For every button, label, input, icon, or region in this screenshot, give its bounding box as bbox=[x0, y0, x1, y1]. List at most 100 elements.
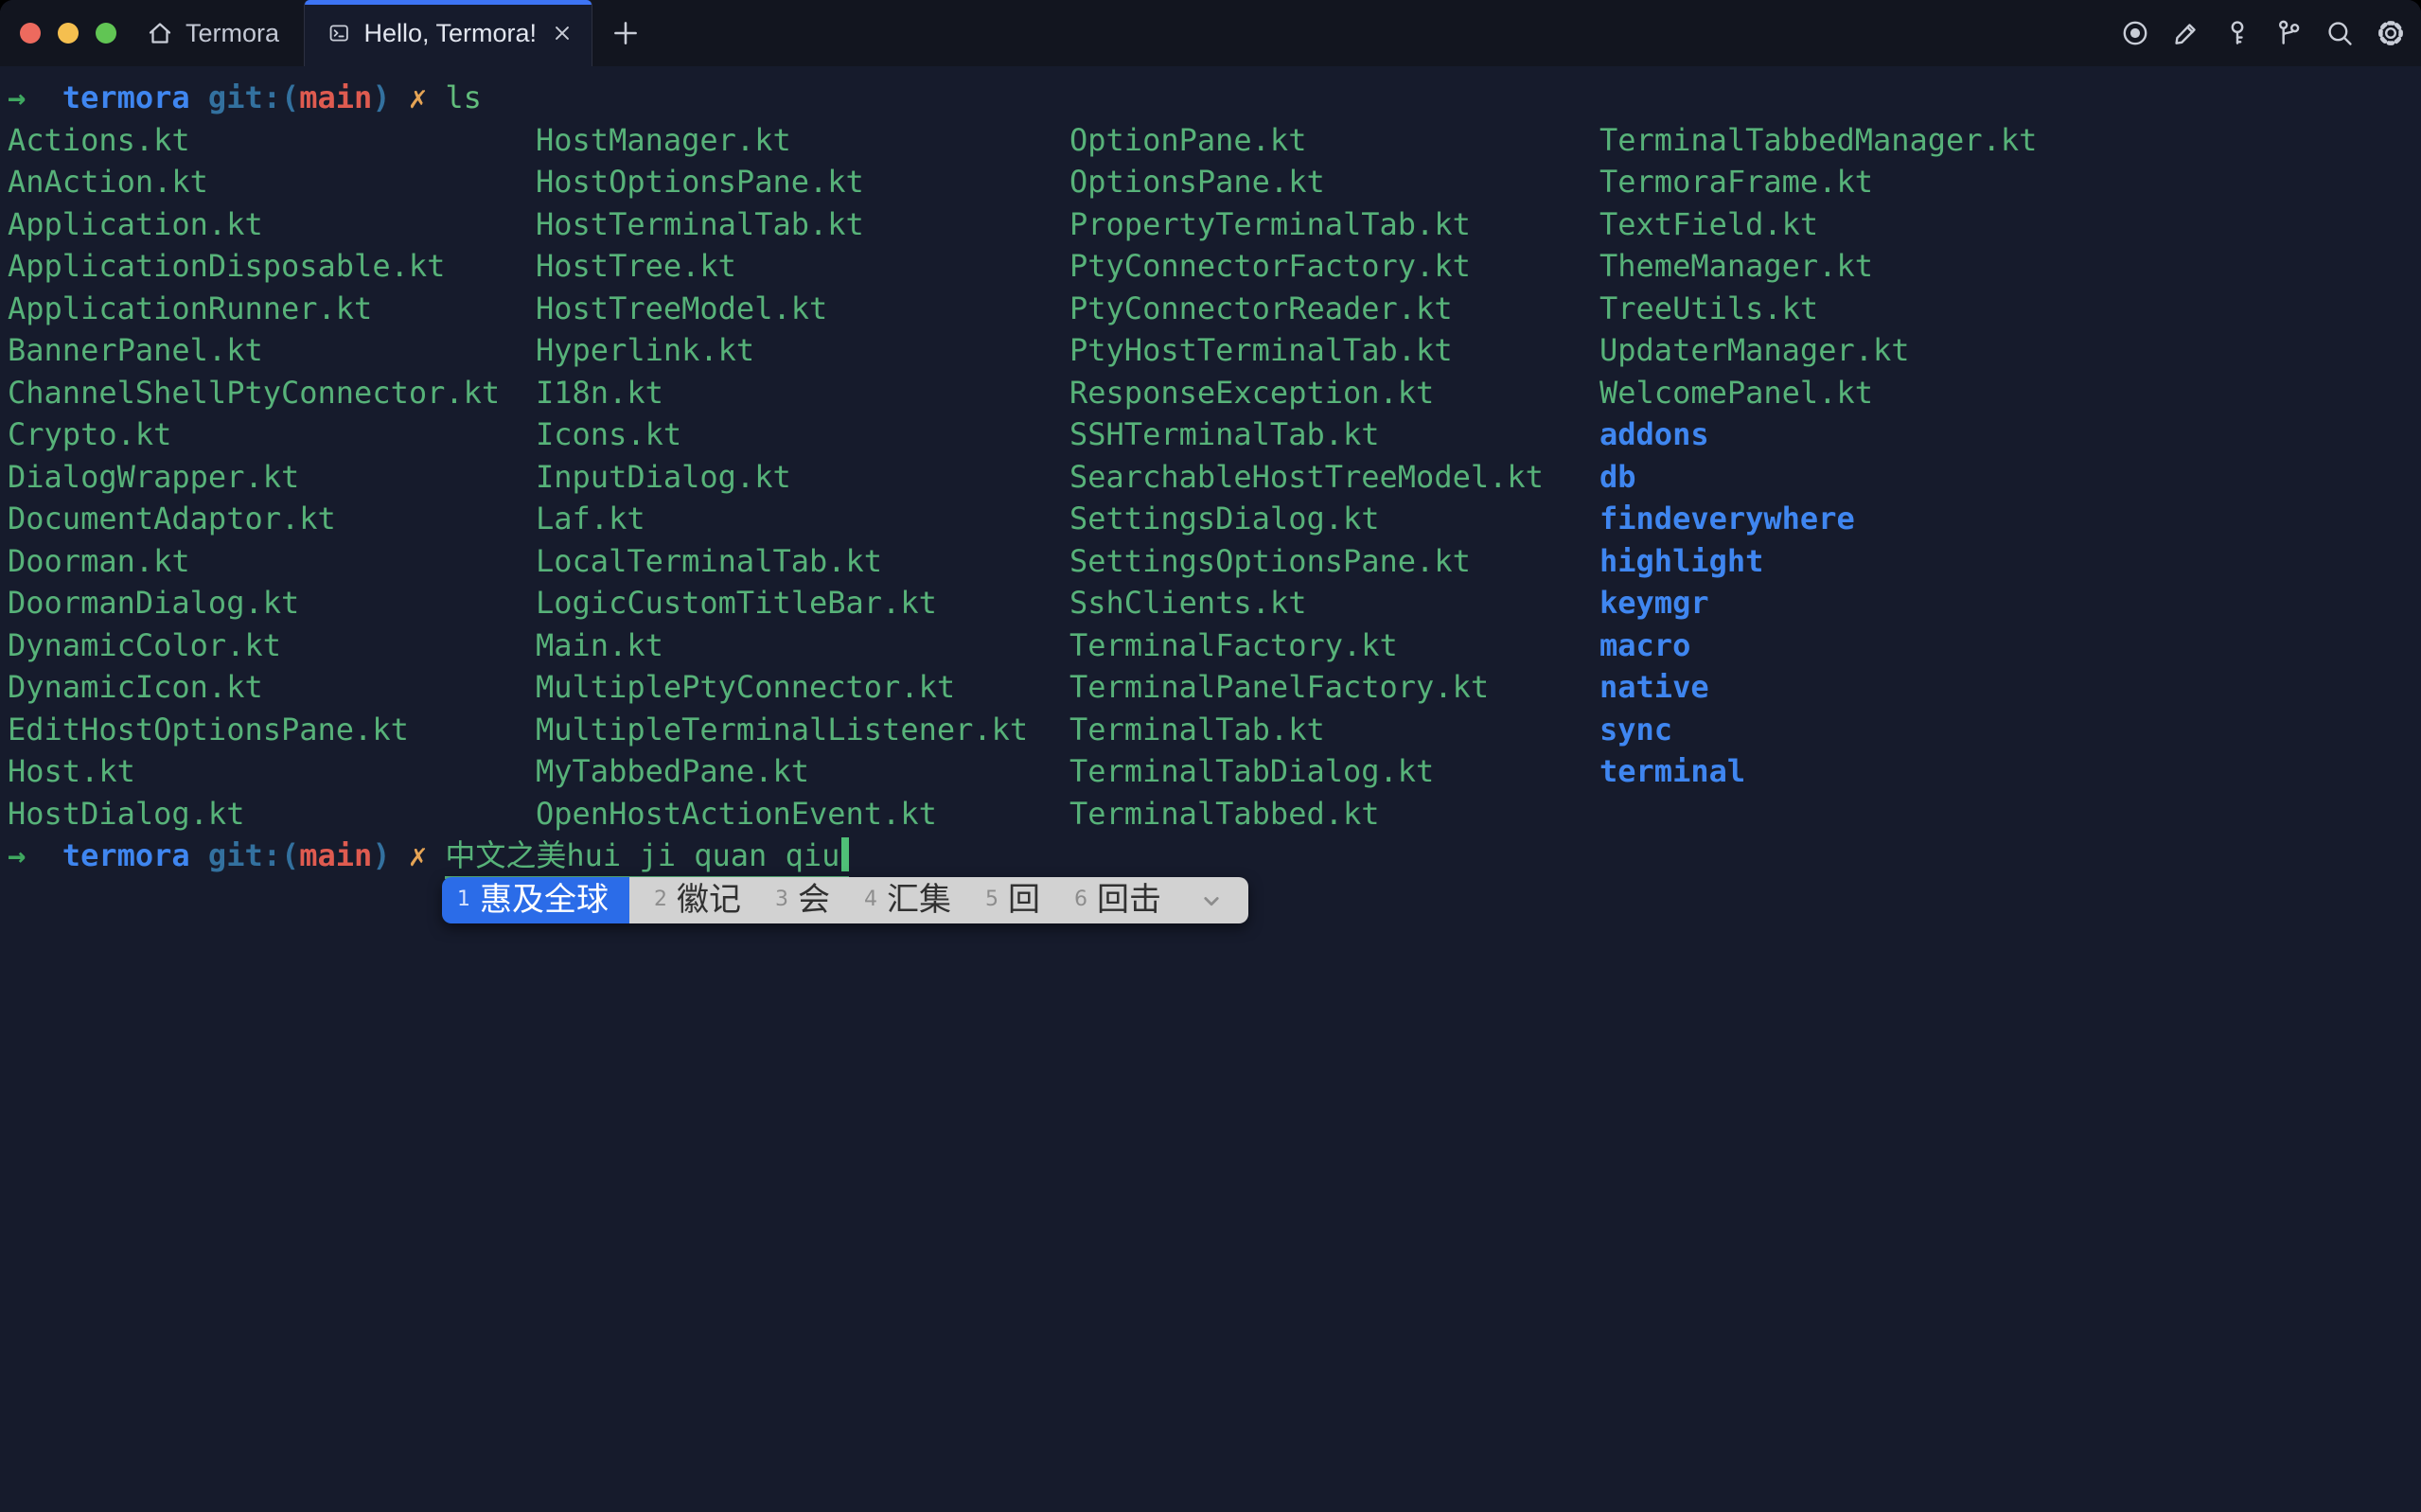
file-item: PropertyTerminalTab.kt bbox=[1069, 203, 1544, 246]
file-item: TerminalFactory.kt bbox=[1069, 624, 1544, 667]
minimize-window-button[interactable] bbox=[58, 23, 79, 44]
ime-candidate-bar: 1 惠及全球 2徽记 3会 4汇集 5回 6回击 bbox=[442, 877, 1248, 923]
file-item: DynamicIcon.kt bbox=[8, 666, 500, 709]
file-item: InputDialog.kt bbox=[536, 456, 1028, 499]
close-window-button[interactable] bbox=[20, 23, 41, 44]
dir-item: addons bbox=[1599, 413, 2037, 456]
file-item: HostDialog.kt bbox=[8, 793, 500, 835]
file-item: HostTerminalTab.kt bbox=[536, 203, 1028, 246]
chevron-down-icon bbox=[1197, 887, 1226, 915]
file-item: SearchableHostTreeModel.kt bbox=[1069, 456, 1544, 499]
terminal-cursor bbox=[841, 837, 849, 871]
new-tab-button[interactable] bbox=[610, 17, 642, 49]
file-item: OpenHostActionEvent.kt bbox=[536, 793, 1028, 835]
file-item: SshClients.kt bbox=[1069, 582, 1544, 624]
pencil-icon bbox=[2171, 18, 2201, 48]
git-prefix: git:( bbox=[208, 79, 299, 115]
ime-candidate-list: 2徽记 3会 4汇集 5回 6回击 bbox=[629, 877, 1248, 923]
ime-candidate-selected[interactable]: 1 惠及全球 bbox=[442, 877, 629, 923]
file-item: ThemeManager.kt bbox=[1599, 245, 2037, 288]
record-icon bbox=[2120, 18, 2150, 48]
candidate-text: 汇集 bbox=[887, 879, 951, 922]
home-icon bbox=[146, 19, 174, 47]
search-icon bbox=[2324, 18, 2355, 48]
dir-item: findeverywhere bbox=[1599, 498, 2037, 540]
file-item: PtyConnectorFactory.kt bbox=[1069, 245, 1544, 288]
file-item: Actions.kt bbox=[8, 119, 500, 162]
candidate-text: 会 bbox=[798, 879, 830, 922]
file-item: Application.kt bbox=[8, 203, 500, 246]
candidate-number: 4 bbox=[864, 879, 877, 922]
prompt-arrow: → bbox=[8, 837, 26, 873]
tab-label: Hello, Termora! bbox=[363, 19, 537, 48]
file-item: DialogWrapper.kt bbox=[8, 456, 500, 499]
file-item: AnAction.kt bbox=[8, 161, 500, 203]
edit-button[interactable] bbox=[2171, 18, 2201, 48]
file-item: MultiplePtyConnector.kt bbox=[536, 666, 1028, 709]
ime-candidate[interactable]: 4汇集 bbox=[853, 879, 963, 922]
file-item: ChannelShellPtyConnector.kt bbox=[8, 372, 500, 414]
file-item: PtyHostTerminalTab.kt bbox=[1069, 329, 1544, 372]
dir-item: db bbox=[1599, 456, 2037, 499]
candidate-number: 2 bbox=[654, 879, 667, 922]
composition-pinyin: hui ji quan qiu bbox=[566, 837, 839, 873]
dir-item: macro bbox=[1599, 624, 2037, 667]
file-item: TerminalTabbedManager.kt bbox=[1599, 119, 2037, 162]
file-item: TermoraFrame.kt bbox=[1599, 161, 2037, 203]
terminal-screen[interactable]: → termora git:(main) ✗ ls Actions.ktAnAc… bbox=[0, 66, 2421, 1512]
plus-icon bbox=[610, 17, 642, 49]
ls-column-1: Actions.ktAnAction.ktApplication.kt Appli… bbox=[8, 119, 500, 835]
git-branch-icon bbox=[2273, 18, 2304, 48]
candidate-text: 回 bbox=[1008, 879, 1040, 922]
prompt-line-2: → termora git:(main) ✗ 中文之美hui ji quan q… bbox=[8, 835, 2421, 879]
file-item: TerminalTab.kt bbox=[1069, 709, 1544, 751]
file-item: SSHTerminalTab.kt bbox=[1069, 413, 1544, 456]
keys-button[interactable] bbox=[2222, 18, 2253, 48]
file-item: ResponseException.kt bbox=[1069, 372, 1544, 414]
file-item: DoormanDialog.kt bbox=[8, 582, 500, 624]
tab-hello-termora[interactable]: Hello, Termora! bbox=[304, 0, 592, 66]
tab-close-button[interactable] bbox=[550, 21, 574, 45]
file-item: Main.kt bbox=[536, 624, 1028, 667]
close-icon bbox=[550, 21, 574, 45]
zoom-window-button[interactable] bbox=[96, 23, 116, 44]
dir-item: highlight bbox=[1599, 540, 2037, 583]
keymgr-button[interactable] bbox=[2273, 18, 2304, 48]
key-icon bbox=[2222, 18, 2253, 48]
command-ls: ls bbox=[445, 79, 482, 115]
file-item: BannerPanel.kt bbox=[8, 329, 500, 372]
file-item: ApplicationRunner.kt bbox=[8, 288, 500, 330]
settings-button[interactable] bbox=[2376, 18, 2406, 48]
home-tab-label: Termora bbox=[186, 19, 279, 48]
ime-composition: 中文之美hui ji quan qiu bbox=[445, 837, 849, 879]
file-item: TerminalTabDialog.kt bbox=[1069, 750, 1544, 793]
file-item: HostTreeModel.kt bbox=[536, 288, 1028, 330]
file-item: HostTree.kt bbox=[536, 245, 1028, 288]
file-item: Hyperlink.kt bbox=[536, 329, 1028, 372]
dir-item: native bbox=[1599, 666, 2037, 709]
candidate-text: 回击 bbox=[1097, 879, 1161, 922]
record-button[interactable] bbox=[2120, 18, 2150, 48]
terminal-icon bbox=[327, 18, 350, 48]
ime-candidate[interactable]: 2徽记 bbox=[643, 879, 752, 922]
file-item: DynamicColor.kt bbox=[8, 624, 500, 667]
file-item: Icons.kt bbox=[536, 413, 1028, 456]
git-branch-name: main bbox=[299, 79, 372, 115]
file-item: HostOptionsPane.kt bbox=[536, 161, 1028, 203]
tab-bar: Termora Hello, Termora! bbox=[0, 0, 2421, 67]
file-item: Laf.kt bbox=[536, 498, 1028, 540]
file-item: Host.kt bbox=[8, 750, 500, 793]
ime-candidate[interactable]: 5回 bbox=[974, 879, 1051, 922]
prompt-dir: termora bbox=[62, 79, 190, 115]
file-item: Crypto.kt bbox=[8, 413, 500, 456]
file-item: HostManager.kt bbox=[536, 119, 1028, 162]
file-item: I18n.kt bbox=[536, 372, 1028, 414]
ime-candidate[interactable]: 3会 bbox=[764, 879, 841, 922]
termora-window: Termora Hello, Termora! bbox=[0, 0, 2421, 1512]
ls-column-4: TerminalTabbedManager.ktTermoraFrame.kt T… bbox=[1599, 119, 2037, 793]
home-tab[interactable]: Termora bbox=[127, 0, 304, 66]
dir-item: sync bbox=[1599, 709, 2037, 751]
ime-candidate[interactable]: 6回击 bbox=[1063, 879, 1173, 922]
ime-more-button[interactable] bbox=[1184, 887, 1231, 915]
search-button[interactable] bbox=[2324, 18, 2355, 48]
